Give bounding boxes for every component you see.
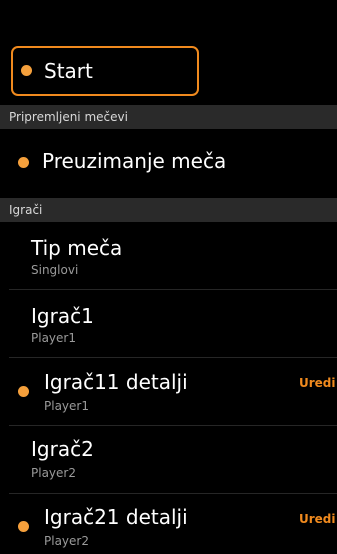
player2-value: Player2: [31, 466, 76, 480]
orange-dot-icon: [18, 386, 29, 397]
player11-details-title: Igrač11 detalji: [44, 370, 188, 394]
orange-dot-icon: [18, 157, 29, 168]
player21-details-value: Player2: [44, 534, 89, 548]
player11-details-item[interactable]: Igrač11 detalji Player1 Uredi: [0, 358, 337, 425]
start-button[interactable]: Start: [11, 46, 199, 96]
edit-button[interactable]: Uredi: [299, 512, 336, 526]
player1-title: Igrač1: [31, 304, 94, 328]
match-type-item[interactable]: Tip meča Singlovi: [0, 222, 337, 289]
section-header-prepared: Pripremljeni mečevi: [0, 105, 337, 129]
orange-dot-icon: [21, 65, 32, 76]
download-match-label: Preuzimanje meča: [42, 149, 227, 173]
player2-title: Igrač2: [31, 437, 94, 461]
edit-button[interactable]: Uredi: [299, 376, 336, 390]
match-type-title: Tip meča: [31, 236, 123, 260]
orange-dot-icon: [18, 521, 29, 532]
player1-item[interactable]: Igrač1 Player1: [0, 290, 337, 357]
player1-value: Player1: [31, 331, 76, 345]
section-header-players: Igrači: [0, 198, 337, 222]
player21-details-item[interactable]: Igrač21 detalji Player2 Uredi: [0, 494, 337, 554]
player2-item[interactable]: Igrač2 Player2: [0, 426, 337, 493]
player21-details-title: Igrač21 detalji: [44, 505, 188, 529]
match-type-value: Singlovi: [31, 263, 79, 277]
download-match-item[interactable]: Preuzimanje meča: [0, 129, 337, 196]
player11-details-value: Player1: [44, 399, 89, 413]
start-label: Start: [44, 59, 93, 83]
